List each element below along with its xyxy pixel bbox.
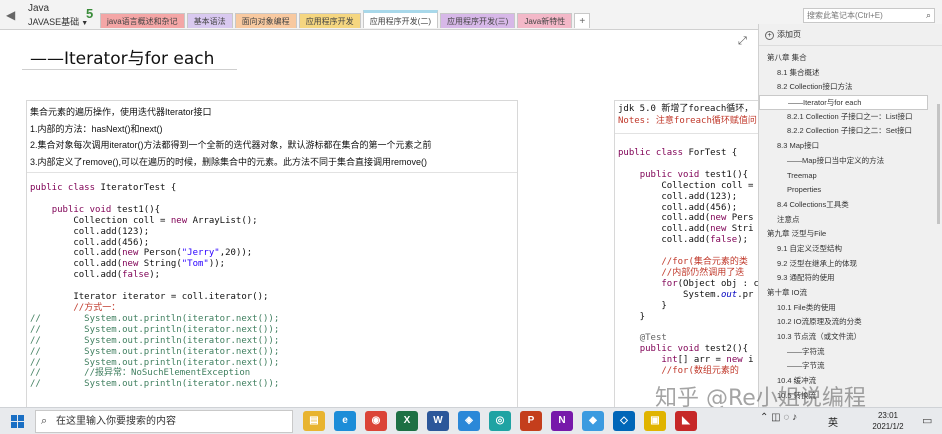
expand-icon[interactable]: ⤢ — [738, 35, 747, 48]
page-list: 第八章 集合 8.1 集合概述 8.2 Collection接口方法 ——Iterat… — [759, 46, 942, 404]
windows-start-icon[interactable] — [11, 415, 24, 428]
input-language[interactable]: 英 — [828, 414, 838, 429]
add-page-label: 添加页 — [777, 30, 801, 39]
add-section-button[interactable]: + — [574, 13, 591, 28]
note-container-iterator[interactable]: 集合元素的遍历操作，使用迭代器Iterator接口 1.内部的方法：hasNex… — [26, 100, 518, 407]
page-list-item[interactable]: ——字符流 — [759, 345, 942, 360]
add-page-button[interactable]: + 添加页 — [759, 24, 942, 46]
app-icon-cyan[interactable]: ◎ — [489, 411, 511, 431]
page-list-item[interactable]: ——Map接口当中定义的方法 — [759, 154, 942, 169]
search-placeholder: 搜索此笔记本(Ctrl+E) — [807, 11, 883, 20]
page-list-item[interactable]: 8.2 Collection接口方法 — [759, 80, 942, 95]
code-block-for-test: public class ForTest { public void test1… — [618, 148, 758, 377]
sidebar-scrollbar[interactable] — [937, 104, 940, 224]
code-block-iterator-test: public class IteratorTest { public void … — [30, 183, 280, 390]
title-underline — [22, 69, 237, 70]
note-line: 3.内部定义了remove(),可以在遍历的时候，删除集合中的元素。此方法不同于… — [30, 156, 428, 167]
notification-icon[interactable]: ▭ — [922, 414, 932, 427]
note-line: 集合元素的遍历操作，使用迭代器Iterator接口 — [30, 107, 212, 117]
section-tab[interactable]: 应用程序开发 — [298, 13, 361, 28]
divider — [615, 133, 758, 134]
section-group-label: JAVASE基础 — [28, 17, 80, 27]
search-icon[interactable]: ⌕ — [926, 9, 931, 22]
section-tabs: java语言概述和杂记 基本语法 面向对象编程 应用程序开发 应用程序开发(二) 应用程序… — [100, 10, 592, 30]
search-icon: ⌕ — [41, 415, 48, 427]
chrome-icon[interactable]: ◉ — [365, 411, 387, 431]
page-list-item[interactable]: 10.2 IO流原理及流的分类 — [759, 315, 942, 330]
page-list-item[interactable]: 8.2.1 Collection 子接口之一：List接口 — [759, 110, 942, 125]
excel-icon[interactable]: X — [396, 411, 418, 431]
page-list-item[interactable]: Properties — [759, 183, 942, 198]
clock-time: 23:01 — [877, 411, 899, 420]
page-list-item[interactable]: 8.4 Collections工具类 — [759, 198, 942, 213]
note-container-foreach[interactable]: jdk 5.0 新增了foreach循环， Notes: 注意foreach循环… — [614, 100, 758, 407]
note-line: 2.集合对象每次调用iterator()方法都得到一个全新的迭代器对象，默认游标… — [30, 140, 432, 150]
page-list-item[interactable]: 注意点 — [759, 213, 942, 228]
onenote-icon[interactable]: N — [551, 411, 573, 431]
page-list-item[interactable]: 第八章 集合 — [759, 51, 942, 66]
page-list-item[interactable]: ——字节流 — [759, 359, 942, 374]
section-tab[interactable]: Java新特性 — [517, 13, 573, 28]
windows-taskbar: ⌕ 在这里输入你要搜索的内容 ▤ e ◉ X W ◈ ◎ P N ◆ ◇ ▣ ◣ ⌃ ◫ ◌ ♪ 英 2… — [0, 407, 942, 434]
file-explorer-icon[interactable]: ▤ — [303, 411, 325, 431]
app-icon-red[interactable]: ◣ — [675, 411, 697, 431]
page-list-item[interactable]: 9.3 通配符的使用 — [759, 271, 942, 286]
app-icon-sky[interactable]: ◆ — [582, 411, 604, 431]
chevron-down-icon: ▼ — [81, 20, 89, 27]
clock[interactable]: 23:01 2021/1/2 — [866, 410, 910, 432]
page-list-item[interactable]: Treemap — [759, 169, 942, 184]
page-title[interactable]: ——Iterator与for each — [30, 44, 214, 69]
section-tab[interactable]: java语言概述和杂记 — [100, 13, 185, 28]
note-line: 1.内部的方法：hasNext()和next() — [30, 123, 163, 134]
section-tab[interactable]: 应用程序开发(二) — [362, 10, 439, 28]
vscode-icon[interactable]: ◇ — [613, 411, 635, 431]
powerpoint-icon[interactable]: P — [520, 411, 542, 431]
page-list-item[interactable]: 9.2 泛型在继承上的体现 — [759, 257, 942, 272]
page-canvas[interactable]: ⤢ ——Iterator与for each 集合元素的遍历操作，使用迭代器Ite… — [0, 31, 758, 407]
page-list-item[interactable]: 第九章 泛型与File — [759, 227, 942, 242]
page-list-item[interactable]: 8.1 集合概述 — [759, 66, 942, 81]
taskbar-apps: ▤ e ◉ X W ◈ ◎ P N ◆ ◇ ▣ ◣ — [303, 411, 706, 431]
page-list-item[interactable]: ——Iterator与for each — [759, 95, 928, 110]
section-tab[interactable]: 应用程序开发(三) — [440, 13, 516, 28]
clock-date: 2021/1/2 — [872, 422, 904, 431]
taskbar-search-placeholder: 在这里输入你要搜索的内容 — [56, 416, 176, 427]
notebook-title[interactable]: Java — [28, 3, 49, 14]
taskbar-search-input[interactable]: ⌕ 在这里输入你要搜索的内容 — [35, 410, 293, 433]
page-list-item[interactable]: 8.3 Map接口 — [759, 139, 942, 154]
note-line: jdk 5.0 新增了foreach循环， — [618, 104, 754, 114]
plus-circle-icon: + — [765, 31, 774, 40]
back-arrow-icon[interactable]: ◀ — [6, 8, 20, 22]
page-list-sidebar: + 添加页 第八章 集合 8.1 集合概述 8.2 Collection接口方法 ——I… — [758, 24, 942, 407]
app-icon-yellow[interactable]: ▣ — [644, 411, 666, 431]
section-group-selector[interactable]: JAVASE基础 ▼ — [28, 15, 88, 28]
word-icon[interactable]: W — [427, 411, 449, 431]
page-list-item[interactable]: 10.1 File类的使用 — [759, 301, 942, 316]
system-tray-icons[interactable]: ⌃ ◫ ◌ ♪ — [760, 412, 797, 423]
section-count: 5 — [86, 6, 94, 21]
app-icon-blue[interactable]: ◈ — [458, 411, 480, 431]
notebook-search-input[interactable]: 搜索此笔记本(Ctrl+E) ⌕ — [803, 8, 935, 23]
edge-icon[interactable]: e — [334, 411, 356, 431]
page-list-item[interactable]: 10.3 节点流（或文件流） — [759, 330, 942, 345]
divider — [27, 172, 517, 173]
section-tab[interactable]: 基本语法 — [186, 13, 233, 28]
page-list-item[interactable]: 第十章 IO流 — [759, 286, 942, 301]
note-line: Notes: 注意foreach循环赋值问 — [618, 116, 757, 126]
page-list-item[interactable]: 8.2.2 Collection 子接口之二：Set接口 — [759, 124, 942, 139]
page-list-item[interactable]: 9.1 自定义泛型结构 — [759, 242, 942, 257]
section-tab[interactable]: 面向对象编程 — [234, 13, 297, 28]
